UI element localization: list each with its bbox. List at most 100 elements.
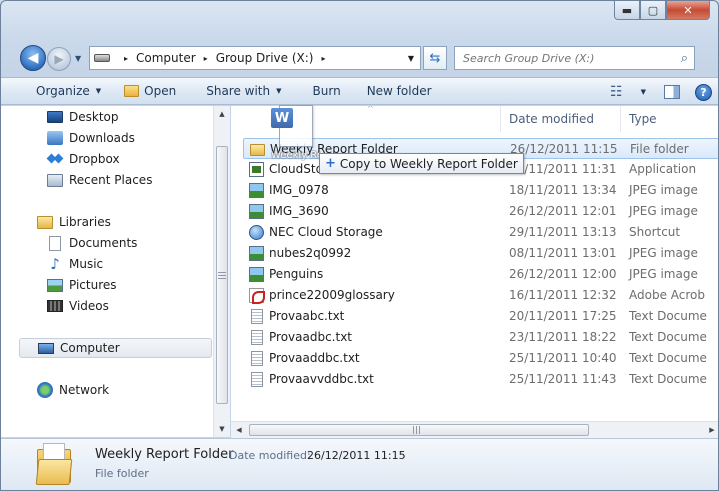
breadcrumb-separator[interactable]: ▸: [204, 54, 208, 63]
sidebar-item-dropbox[interactable]: Dropbox: [47, 149, 120, 169]
file-row[interactable]: Provaavvddbc.txt 25/11/2011 11:43 Text D…: [243, 369, 718, 390]
open-folder-icon: [124, 85, 140, 97]
breadcrumb-separator[interactable]: ▸: [124, 54, 128, 63]
column-header-type[interactable]: Type: [621, 106, 718, 132]
back-button[interactable]: ◀: [20, 45, 46, 71]
drop-target-tooltip: + Copy to Weekly Report Folder: [319, 153, 524, 174]
sidebar-item-pictures[interactable]: Pictures: [47, 275, 117, 295]
sidebar-item-label: Network: [59, 383, 110, 397]
breadcrumb-computer[interactable]: Computer: [136, 51, 196, 65]
more-views-dropdown[interactable]: ▼: [635, 78, 646, 106]
organize-label: Organize: [36, 84, 90, 98]
file-name: IMG_0978: [269, 183, 329, 197]
pdf-icon: [249, 288, 265, 304]
close-button[interactable]: ✕: [666, 1, 710, 20]
file-row[interactable]: NEC Cloud Storage 29/11/2011 13:13 Short…: [243, 222, 718, 243]
minimize-button[interactable]: ▬: [614, 1, 640, 20]
file-name: prince22009glossary: [269, 288, 395, 302]
sidebar-item-documents[interactable]: Documents: [47, 233, 137, 253]
music-icon: ♪: [50, 255, 60, 273]
burn-button[interactable]: Burn: [313, 78, 341, 104]
scroll-right-arrow[interactable]: ▶: [704, 422, 718, 438]
file-type: JPEG image: [629, 183, 698, 197]
file-type: Text Docume: [629, 351, 707, 365]
jpeg-icon: [249, 246, 264, 261]
open-label: Open: [144, 84, 177, 98]
horizontal-scrollbar[interactable]: ◀ ▶: [231, 421, 718, 438]
scroll-down-arrow[interactable]: ▼: [214, 421, 230, 437]
sidebar-item-label: Recent Places: [69, 173, 153, 187]
search-input[interactable]: [463, 51, 663, 65]
sidebar-item-label: Computer: [60, 341, 120, 355]
sidebar-item-videos[interactable]: Videos: [47, 296, 109, 316]
recent-pages-dropdown[interactable]: ▼: [75, 54, 81, 63]
file-date: 28/11/2011 11:31: [509, 162, 617, 176]
scroll-up-arrow[interactable]: ▲: [214, 106, 230, 122]
explorer-window: ▬ ▢ ✕ ◀ ▶ ▼ ▸ Computer ▸ Group Drive (X:…: [0, 0, 719, 491]
file-row[interactable]: nubes2q0992 08/11/2011 13:01 JPEG image: [243, 243, 718, 264]
file-row[interactable]: Provaaddbc.txt 25/11/2011 10:40 Text Doc…: [243, 348, 718, 369]
file-type: JPEG image: [629, 204, 698, 218]
breadcrumb-group-drive[interactable]: Group Drive (X:): [216, 51, 314, 65]
organize-button[interactable]: Organize ▼: [36, 78, 101, 104]
file-date: 08/11/2011 13:01: [509, 246, 617, 260]
scroll-left-arrow[interactable]: ◀: [231, 422, 247, 438]
navigation-pane-scrollbar[interactable]: ▲ ▼: [213, 106, 230, 437]
sidebar-item-downloads[interactable]: Downloads: [47, 128, 135, 148]
open-button[interactable]: Open: [124, 78, 176, 104]
file-type: Application: [629, 162, 697, 176]
refresh-button[interactable]: ⇆: [423, 46, 447, 70]
sidebar-item-computer[interactable]: Computer: [19, 338, 212, 358]
details-type: File folder: [95, 467, 149, 480]
sidebar-item-label: Downloads: [69, 131, 135, 145]
details-name: Weekly Report Folder: [95, 447, 234, 462]
libraries-icon: [37, 215, 53, 229]
change-view-icon[interactable]: ☷: [610, 84, 623, 100]
address-bar[interactable]: ▸ Computer ▸ Group Drive (X:) ▸ ▼: [89, 46, 421, 70]
sidebar-item-label: Libraries: [59, 215, 111, 229]
file-date: 26/12/2011 12:01: [509, 204, 617, 218]
sidebar-item-label: Videos: [69, 299, 109, 313]
help-icon[interactable]: ?: [695, 83, 712, 101]
column-header-date-modified[interactable]: Date modified: [501, 106, 621, 132]
sidebar-item-recent-places[interactable]: Recent Places: [47, 170, 152, 190]
file-date: 29/11/2011 13:13: [509, 225, 617, 239]
details-pane: Weekly Report Folder Date modified: 26/1…: [1, 438, 718, 490]
file-row[interactable]: Penguins 26/12/2011 12:00 JPEG image: [243, 264, 718, 285]
sidebar-item-libraries[interactable]: Libraries: [37, 212, 111, 232]
address-dropdown-icon[interactable]: ▼: [408, 54, 414, 63]
file-row[interactable]: Provaabc.txt 20/11/2011 17:25 Text Docum…: [243, 306, 718, 327]
jpeg-icon: [249, 267, 264, 282]
file-row[interactable]: prince22009glossary 16/11/2011 12:32 Ado…: [243, 285, 718, 306]
chevron-down-icon: ▼: [95, 87, 102, 95]
search-icon[interactable]: ⌕: [681, 51, 688, 66]
chevron-down-icon: ▼: [640, 88, 646, 96]
details-date-label: Date modified:: [229, 449, 311, 462]
videos-icon: [47, 300, 63, 312]
application-icon: [249, 162, 264, 177]
shortcut-icon: [249, 225, 264, 240]
share-with-button[interactable]: Share with ▼: [206, 78, 281, 104]
sidebar-item-desktop[interactable]: Desktop: [47, 107, 119, 127]
maximize-button[interactable]: ▢: [640, 1, 666, 20]
sidebar-item-label: Documents: [69, 236, 138, 250]
scroll-grip: [218, 272, 226, 279]
forward-button[interactable]: ▶: [47, 47, 71, 71]
file-name: Provaaddbc.txt: [269, 351, 360, 365]
file-type: Adobe Acrob: [629, 288, 705, 302]
new-folder-button[interactable]: New folder: [367, 78, 432, 104]
sidebar-item-music[interactable]: ♪ Music: [47, 254, 103, 274]
share-with-label: Share with: [206, 84, 271, 98]
details-date-value: 26/12/2011 11:15: [307, 449, 406, 462]
breadcrumb-separator[interactable]: ▸: [321, 54, 325, 63]
text-icon: [251, 372, 263, 387]
file-row[interactable]: Provaadbc.txt 23/11/2011 18:22 Text Docu…: [243, 327, 718, 348]
file-type: File folder: [630, 142, 689, 156]
file-row[interactable]: IMG_3690 26/12/2011 12:01 JPEG image: [243, 201, 718, 222]
file-name: Provaavvddbc.txt: [269, 372, 374, 386]
sidebar-item-network[interactable]: Network: [37, 380, 109, 400]
file-date: 26/12/2011 11:15: [510, 142, 618, 156]
file-row[interactable]: IMG_0978 18/11/2011 13:34 JPEG image: [243, 180, 718, 201]
preview-pane-icon[interactable]: [664, 85, 680, 99]
search-box[interactable]: ⌕: [454, 46, 695, 70]
